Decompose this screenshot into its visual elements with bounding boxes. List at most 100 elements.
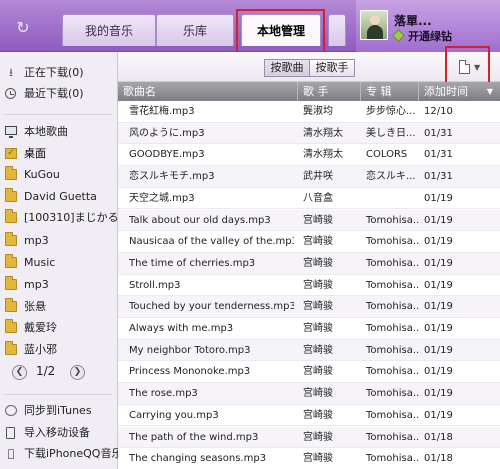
sort-desc-icon: ▼ (486, 87, 493, 96)
column-header-album[interactable]: 专 辑 (361, 82, 419, 101)
sidebar-item-label: 桌面 (24, 147, 46, 160)
view-by-singer-button[interactable]: 按歌手 (309, 59, 355, 77)
cell-song-name: Touched by your tenderness.mp3 (129, 301, 294, 313)
table-row[interactable]: 雪花紅梅.mp3 龔淑均 步步惊心... 12/10 (118, 101, 500, 123)
sidebar-item-mp3[interactable]: mp3 (0, 231, 118, 251)
document-menu-button[interactable]: ▼ (455, 59, 485, 77)
monitor-icon (5, 126, 17, 138)
avatar-body-shape (367, 25, 383, 39)
cell-singer: 清水翔太 (303, 149, 343, 161)
sidebar-item-zhang-xuan[interactable]: 张悬 (0, 297, 118, 317)
cell-added-time: 01/19 (424, 366, 453, 378)
cell-added-time: 01/19 (424, 279, 453, 291)
cell-album: Tomohisa... (366, 431, 419, 443)
open-green-diamond-link[interactable]: 开通绿钻 (408, 28, 452, 44)
cell-singer: 宫崎骏 (303, 279, 333, 291)
avatar[interactable] (360, 10, 388, 40)
sidebar-item-desktop[interactable]: ✓ 桌面 (0, 144, 118, 164)
sidebar-item-dai-ailing[interactable]: 戴爱玲 (0, 318, 118, 338)
cell-added-time: 01/19 (424, 236, 453, 248)
cell-added-time: 01/18 (424, 453, 453, 465)
clock-icon (5, 88, 16, 99)
table-row[interactable]: The changing seasons.mp3 宫崎骏 Tomohisa... 01… (118, 448, 500, 469)
sidebar-item-recent-downloads[interactable]: 最近下载(0) (0, 84, 118, 104)
sidebar-item-david-guetta[interactable]: David Guetta (0, 187, 118, 207)
sidebar-item-music[interactable]: Music (0, 253, 118, 273)
sidebar-item-kugou[interactable]: KuGou (0, 165, 118, 185)
table-row[interactable]: 风のように.mp3 清水翔太 美しき日... 01/31 (118, 122, 500, 145)
cell-singer: 宫崎骏 (303, 344, 333, 356)
table-row[interactable]: The path of the wind.mp3 宫崎骏 Tomohisa... 01… (118, 426, 500, 449)
cell-album: Tomohisa... (366, 388, 419, 400)
view-by-song-button[interactable]: 按歌曲 (264, 59, 310, 77)
folder-icon (5, 341, 17, 355)
cell-singer: 宫崎骏 (303, 301, 333, 313)
tab-my-music[interactable]: 我的音乐 (62, 14, 156, 46)
sidebar-item-local-songs[interactable]: 本地歌曲 (0, 122, 118, 142)
table-row[interactable]: Nausicaa of the valley of the.mp3 宫崎骏 Tomo… (118, 231, 500, 253)
cell-album: Tomohisa... (366, 323, 419, 334)
avatar-face-shape (370, 15, 380, 25)
sidebar-divider (4, 394, 112, 395)
cell-singer: 宫崎骏 (303, 214, 333, 226)
table-row[interactable]: My neighbor Totoro.mp3 宫崎骏 Tomohisa... 01/1… (118, 339, 500, 362)
sidebar-item-import-device[interactable]: 导入移动设备 (0, 423, 118, 443)
table-row[interactable]: Talk about our old days.mp3 宫崎骏 Tomohisa..… (118, 209, 500, 232)
user-area: 落單... 开通绿钻 (356, 0, 500, 52)
green-diamond-icon (392, 29, 405, 42)
table-row[interactable]: Stroll.mp3 宫崎骏 Tomohisa... 01/19 (118, 275, 500, 297)
prev-page-button[interactable]: ❮ (12, 365, 27, 380)
column-header-added-time[interactable]: 添加时间 ▼ (419, 82, 500, 101)
sidebar: ⭳ 正在下载(0) 最近下载(0) 本地歌曲 ✓ 桌面 KuGou David … (0, 52, 118, 469)
table-row[interactable]: The rose.mp3 宫崎骏 Tomohisa... 01/19 (118, 383, 500, 405)
folder-icon (5, 188, 17, 202)
sidebar-item-label: 下载iPhoneQQ音乐 (24, 447, 118, 460)
sidebar-item-majikaru[interactable]: [100310]まじかる (0, 208, 118, 228)
cell-added-time: 01/19 (424, 257, 453, 269)
cell-added-time: 01/19 (424, 388, 453, 400)
table-row[interactable]: Carrying you.mp3 宫崎骏 Tomohisa... 01/19 (118, 405, 500, 427)
folder-icon (5, 166, 17, 180)
sidebar-item-label: mp3 (24, 234, 49, 247)
sync-icon (5, 405, 17, 416)
sidebar-item-download-iphone-qq[interactable]:  下载iPhoneQQ音乐 (0, 444, 118, 464)
cell-album: Tomohisa... (366, 279, 419, 291)
table-row[interactable]: Princess Mononoke.mp3 宫崎骏 Tomohisa... 01/19 (118, 361, 500, 384)
sidebar-item-downloading[interactable]: ⭳ 正在下载(0) (0, 63, 118, 83)
page-indicator: 1/2 (36, 364, 56, 378)
cell-singer: 宫崎骏 (303, 388, 333, 400)
table-row[interactable]: 天空之城.mp3 八音盒 01/19 (118, 188, 500, 210)
cell-song-name: GOODBYE.mp3 (129, 149, 205, 161)
sidebar-item-lan-xiaoxie[interactable]: 蓝小邪 (0, 340, 118, 360)
cell-album: 美しき日... (366, 127, 416, 139)
cell-singer: 宫崎骏 (303, 366, 333, 378)
cell-singer: 宫崎骏 (303, 431, 333, 443)
cell-album: Tomohisa... (366, 366, 419, 378)
sidebar-item-sync-itunes[interactable]: 同步到iTunes (0, 401, 118, 421)
column-header-singer[interactable]: 歌 手 (298, 82, 361, 101)
cell-song-name: My neighbor Totoro.mp3 (129, 344, 251, 356)
table-row[interactable]: The time of cherries.mp3 宫崎骏 Tomohisa... 01… (118, 252, 500, 275)
cell-album: 恋スルキ... (366, 171, 416, 183)
cell-song-name: 恋スルキモチ.mp3 (129, 171, 215, 183)
table-row[interactable]: GOODBYE.mp3 清水翔太 COLORS 01/31 (118, 144, 500, 167)
column-header-song[interactable]: 歌曲名 (118, 82, 298, 101)
user-name[interactable]: 落單... (394, 12, 432, 29)
tab-local-management[interactable]: 本地管理 (241, 14, 321, 46)
table-row[interactable]: Always with me.mp3 宫崎骏 Tomohisa... 01/19 (118, 318, 500, 340)
sidebar-item-label: 张悬 (24, 300, 46, 313)
table-row[interactable]: 恋スルキモチ.mp3 武井咲 恋スルキ... 01/31 (118, 166, 500, 188)
cell-added-time: 01/19 (424, 192, 453, 204)
tab-music-library[interactable]: 乐库 (156, 14, 234, 46)
cell-song-name: Always with me.mp3 (129, 323, 234, 334)
sidebar-item-mp3-2[interactable]: mp3 (0, 275, 118, 295)
refresh-icon[interactable]: ↻ (14, 19, 32, 37)
next-page-button[interactable]: ❯ (70, 365, 85, 380)
sidebar-item-label: 正在下载(0) (24, 66, 84, 79)
table-row[interactable]: Touched by your tenderness.mp3 宫崎骏 Tomohis… (118, 296, 500, 318)
tab-more[interactable] (328, 14, 346, 46)
cell-album: Tomohisa... (366, 301, 419, 313)
cell-singer: 宫崎骏 (303, 323, 333, 334)
device-icon (6, 427, 15, 439)
cell-song-name: Princess Mononoke.mp3 (129, 366, 251, 378)
